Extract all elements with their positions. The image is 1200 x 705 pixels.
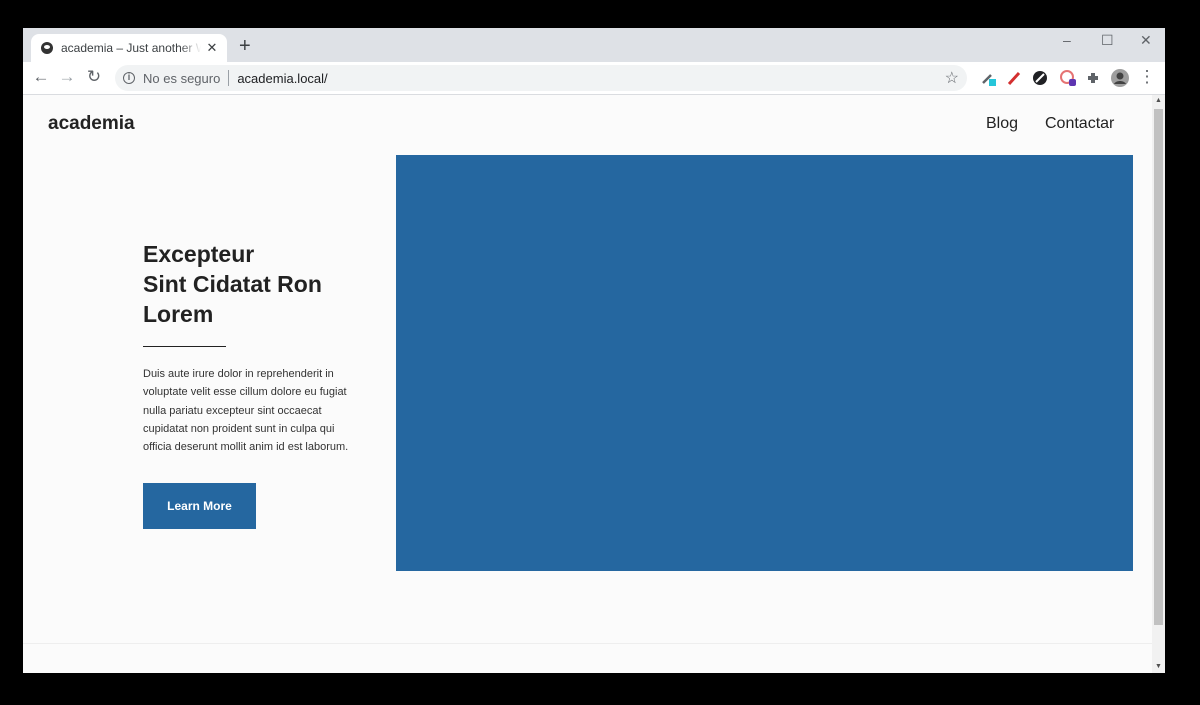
back-arrow-icon[interactable]: ← (31, 67, 51, 87)
block-extension-icon[interactable] (1032, 70, 1048, 86)
hero-image-placeholder (396, 155, 1133, 571)
info-icon[interactable]: i (123, 72, 135, 84)
hero-description: Duis aute irure dolor in reprehenderit i… (143, 368, 349, 454)
tab-strip: academia – Just another WordPress site ✕… (23, 28, 1165, 62)
hero-heading: Excepteur Sint Cidatat Ron Lorem (143, 239, 363, 329)
chrome-menu-icon[interactable]: ⋮ (1137, 67, 1157, 87)
tab-title: academia – Just another WordPress site (61, 41, 201, 55)
learn-more-button[interactable]: Learn More (143, 483, 256, 529)
profile-avatar-icon[interactable] (1111, 69, 1129, 87)
hero-heading-line: Sint Cidatat Ron (143, 271, 322, 297)
new-tab-button[interactable]: + (239, 36, 251, 56)
reload-icon[interactable]: ↻ (84, 67, 104, 87)
browser-toolbar: ← → ↻ i No es seguro academia.local/ ☆ ⋮ (23, 62, 1165, 95)
target-extension-icon[interactable] (1060, 70, 1076, 86)
bookmark-star-icon[interactable]: ☆ (945, 68, 959, 88)
nav-link-blog[interactable]: Blog (986, 115, 1018, 133)
browser-tab[interactable]: academia – Just another WordPress site ✕ (31, 34, 227, 62)
wordpress-favicon-icon (41, 42, 53, 54)
scroll-down-arrow-icon[interactable]: ▼ (1152, 661, 1165, 673)
close-tab-icon[interactable]: ✕ (205, 40, 219, 56)
forward-arrow-icon[interactable]: → (57, 67, 77, 87)
maximize-icon[interactable]: ☐ (1101, 32, 1114, 49)
puzzle-extensions-icon[interactable] (1085, 70, 1101, 86)
address-bar[interactable]: i No es seguro academia.local/ ☆ (115, 65, 967, 91)
eyedropper-extension-icon[interactable] (980, 70, 996, 86)
page-scrollbar[interactable]: ▲ ▼ (1152, 95, 1165, 673)
scrollbar-thumb[interactable] (1154, 109, 1163, 625)
omnibox-separator (228, 70, 230, 86)
page-viewport: academia Blog Contactar Excepteur Sint C… (23, 95, 1152, 673)
footer-divider (23, 643, 1152, 644)
marker-extension-icon[interactable] (1006, 70, 1022, 86)
hero-heading-line: Excepteur (143, 241, 255, 267)
hero-heading-line: Lorem (143, 301, 214, 327)
scroll-up-arrow-icon[interactable]: ▲ (1152, 95, 1165, 107)
minimize-icon[interactable]: – (1063, 32, 1071, 48)
security-label: No es seguro (143, 70, 221, 86)
nav-link-contactar[interactable]: Contactar (1045, 115, 1114, 133)
url-text[interactable]: academia.local/ (237, 71, 327, 86)
browser-window: academia – Just another WordPress site ✕… (23, 28, 1165, 673)
site-title[interactable]: academia (48, 113, 135, 135)
hero-divider (143, 346, 226, 347)
close-window-icon[interactable]: ✕ (1140, 32, 1152, 49)
